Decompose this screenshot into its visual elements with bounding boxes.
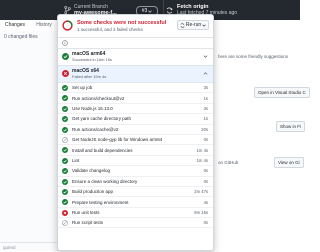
- check-circle-icon: [62, 126, 68, 133]
- check-step-name: Set up job: [72, 85, 93, 91]
- sync-icon: [180, 22, 185, 28]
- check-step-duration: 4s: [203, 199, 208, 205]
- x-circle-icon: [62, 70, 69, 77]
- popup-header: Some checks were not successful 1 succes…: [58, 15, 213, 38]
- check-circle-icon: [62, 95, 68, 102]
- changed-files-count: 0 changed files: [4, 34, 38, 40]
- sync-icon: [166, 7, 173, 13]
- check-step-duration: 2m 47s: [194, 189, 208, 195]
- check-step-row[interactable]: Validate changelog 0s: [58, 166, 213, 177]
- check-step-row[interactable]: Use Node.js 16.13.0 3s: [58, 104, 213, 115]
- check-group-status: Successful in 16m 15s: [72, 57, 113, 62]
- skip-icon: [62, 137, 68, 143]
- check-step-duration: 20s: [201, 126, 208, 132]
- check-step-row[interactable]: Run script tests 0s: [58, 218, 213, 229]
- popup-subtitle: 1 successful, and 2 failed checks: [77, 27, 143, 32]
- check-step-row[interactable]: Get NodeJS node-gyp lib for Windows arm6…: [58, 135, 213, 146]
- popup-title: Some checks were not successful: [77, 20, 167, 26]
- check-step-row[interactable]: Run actions/checkout@v2 1s: [58, 93, 213, 104]
- check-circle-icon: [62, 178, 68, 185]
- check-step-name: Ensure a clean working directory: [72, 178, 138, 184]
- suggestions-pane: here are some friendly suggestions Open …: [214, 20, 310, 251]
- check-circle-icon: [62, 199, 68, 206]
- check-step-row[interactable]: Lint 1m 4s: [58, 156, 213, 167]
- open-in-editor-button[interactable]: Open in Visual Studio C: [254, 87, 310, 98]
- check-step-name: Install and build dependencies: [72, 147, 133, 153]
- check-step-name: Build production app: [72, 189, 114, 195]
- check-step-name: Get NodeJS node-gyp lib for Windows arm6…: [72, 137, 163, 143]
- info-row: [58, 38, 213, 49]
- check-step-row[interactable]: Run actions/cache@v2 20s: [58, 125, 213, 135]
- rerun-button[interactable]: Re-run: [177, 20, 209, 30]
- check-step-name: Validate changelog: [72, 168, 110, 174]
- check-step-duration: 0s: [203, 220, 208, 226]
- rerun-label: Re-run: [185, 22, 202, 28]
- check-step-name: Run actions/checkout@v2: [72, 95, 125, 101]
- check-step-row[interactable]: Get yarn cache directory path 1s: [58, 114, 213, 125]
- check-circle-icon: [62, 85, 68, 91]
- chevron-down-icon: [203, 55, 208, 58]
- tab-history[interactable]: History: [31, 20, 57, 31]
- check-group-macos-x64[interactable]: macOS x64 Failed after 19m 4s: [58, 66, 213, 83]
- check-step-name: Lint: [72, 158, 80, 164]
- check-circle-icon: [62, 105, 68, 112]
- check-step-duration: 1s: [203, 95, 208, 101]
- suggestions-text: here are some friendly suggestions: [218, 54, 289, 59]
- check-step-name: Run actions/cache@v2: [72, 126, 119, 132]
- check-step-duration: 3s: [203, 106, 208, 112]
- check-step-duration: 9m 15s: [194, 209, 208, 215]
- check-step-row[interactable]: Set up job 3s: [58, 83, 213, 94]
- check-step-row[interactable]: Install and build dependencies 1m 4s: [58, 145, 213, 156]
- check-step-name: Run unit tests: [72, 209, 100, 215]
- check-group-macos-arm64[interactable]: macOS arm64 Successful in 16m 15s: [58, 49, 213, 66]
- check-step-duration: 0s: [203, 168, 208, 174]
- check-step-row[interactable]: Build production app 2m 47s: [58, 187, 213, 198]
- chevron-up-icon: [203, 72, 208, 75]
- check-step-duration: 0s: [203, 178, 208, 184]
- check-circle-icon: [62, 53, 69, 60]
- view-on-github-button[interactable]: View on Gi: [274, 157, 304, 168]
- check-group-status: Failed after 19m 4s: [72, 74, 107, 79]
- summary-input[interactable]: quired: [0, 242, 57, 251]
- show-in-finder-button[interactable]: Show in Fi: [276, 121, 306, 132]
- check-step-duration: 3s: [203, 85, 208, 91]
- check-step-row[interactable]: Run unit tests 9m 15s: [58, 208, 213, 219]
- check-step-duration: 1m 4s: [196, 147, 208, 153]
- check-step-duration: 1s: [203, 116, 208, 122]
- check-step-row[interactable]: Ensure a clean working directory 0s: [58, 177, 213, 187]
- chevron-down-icon: [148, 9, 153, 13]
- check-circle-icon: [62, 147, 68, 154]
- check-step-name: Prepare testing environment: [72, 199, 129, 205]
- check-step-name: Run script tests: [72, 220, 104, 226]
- checks-status-icon: [62, 20, 73, 31]
- x-circle-icon: [62, 209, 68, 216]
- on-github-text: on GitHub: [218, 160, 239, 165]
- checks-popup: Some checks were not successful 1 succes…: [57, 14, 214, 251]
- check-circle-icon: [62, 168, 68, 175]
- check-circle-icon: [62, 157, 68, 164]
- changes-sidebar: 0 changed files quired: [0, 31, 58, 251]
- branch-icon: [64, 6, 71, 14]
- check-step-name: Use Node.js 16.13.0: [72, 106, 113, 112]
- check-steps-list: Set up job 3s Run actions/checkout@v2 1s Use…: [58, 83, 213, 229]
- skip-icon: [62, 220, 68, 226]
- check-step-duration: 0s: [203, 137, 208, 143]
- check-circle-icon: [62, 188, 68, 195]
- info-icon[interactable]: [62, 40, 68, 46]
- check-step-row[interactable]: Prepare testing environment 4s: [58, 197, 213, 208]
- check-step-duration: 1m 4s: [196, 158, 208, 164]
- chevron-down-icon: [202, 23, 206, 27]
- check-step-name: Get yarn cache directory path: [72, 116, 132, 122]
- check-circle-icon: [62, 116, 68, 123]
